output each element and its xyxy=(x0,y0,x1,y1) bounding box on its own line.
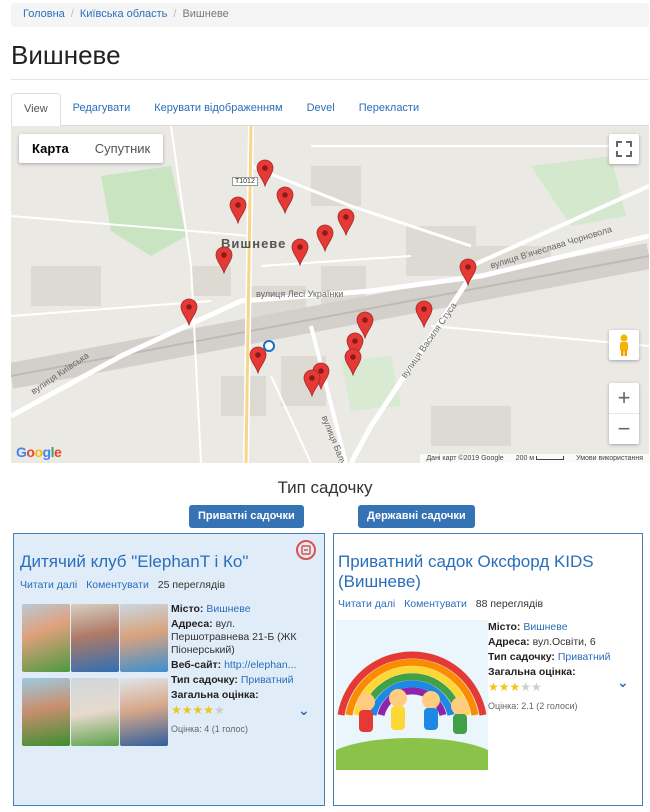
expand-chevron-icon[interactable]: ⌄ xyxy=(298,702,310,719)
breadcrumb-separator: / xyxy=(70,8,74,20)
website-link[interactable]: http://elephan... xyxy=(224,659,296,671)
map-type-control: Карта Супутник xyxy=(19,134,164,163)
rating-label: Загальна оцінка: xyxy=(488,666,576,678)
rating-text: Оцінка: 4 (1 голос) xyxy=(171,724,249,734)
google-logo: Google xyxy=(16,444,62,460)
map-type-satellite-button[interactable]: Супутник xyxy=(82,134,164,163)
fullscreen-icon xyxy=(616,141,632,157)
map-data-credit[interactable]: Дані карт ©2019 Google xyxy=(426,455,503,462)
tab-manage-display[interactable]: Керувати відображенням xyxy=(142,93,294,126)
zoom-in-button[interactable]: + xyxy=(609,383,639,413)
map-marker-pin[interactable] xyxy=(291,238,309,266)
map[interactable]: Т1012 Вишневе вулиця Лесі Українки вулиц… xyxy=(11,126,649,463)
city-link[interactable]: Вишневе xyxy=(206,603,250,615)
public-kindergartens-button[interactable]: Державні садочки xyxy=(358,505,475,528)
map-marker-pin[interactable] xyxy=(215,246,233,274)
map-terms-link[interactable]: Умови використання xyxy=(576,455,643,462)
street-label-lesi: вулиця Лесі Українки xyxy=(256,289,344,299)
gallery-photo-1[interactable] xyxy=(22,604,70,672)
rating-stars[interactable]: ★★★★★ xyxy=(488,681,638,694)
title-divider xyxy=(11,79,649,80)
view-count: 25 переглядів xyxy=(157,579,226,591)
card-meta: Читати далі Коментувати 88 переглядів xyxy=(338,598,543,610)
read-more-link[interactable]: Читати далі xyxy=(20,579,77,591)
website-label: Веб-сайт: xyxy=(171,659,222,671)
card-info: Місто: Вишневе Адреса: вул.Освіти, 6 Тип… xyxy=(488,621,638,715)
map-scale: 200 м xyxy=(516,455,565,462)
section-title: Тип садочку xyxy=(277,478,373,497)
map-marker-pin[interactable] xyxy=(459,258,477,286)
street-view-button[interactable] xyxy=(609,330,639,360)
kindergarten-card: Дитячий клуб "ElephanT і Ко" Читати далі… xyxy=(13,533,325,806)
city-link[interactable]: Вишневе xyxy=(523,621,567,633)
tab-view[interactable]: View xyxy=(11,93,61,127)
rating-stars[interactable]: ★★★★★ xyxy=(171,704,316,717)
read-more-link[interactable]: Читати далі xyxy=(338,598,395,610)
type-link[interactable]: Приватний xyxy=(558,651,611,663)
view-count: 88 переглядів xyxy=(475,598,544,610)
breadcrumb-current: Вишневе xyxy=(182,8,229,20)
gallery-photo-6[interactable] xyxy=(120,678,168,746)
breadcrumb-separator: / xyxy=(173,8,177,20)
map-marker-pin[interactable] xyxy=(256,159,274,187)
map-marker-pin[interactable] xyxy=(344,348,362,376)
pegman-icon xyxy=(620,334,628,356)
map-marker-pin[interactable] xyxy=(180,298,198,326)
page-title: Вишневе xyxy=(11,40,121,70)
rating-label: Загальна оцінка: xyxy=(171,689,259,701)
address-label: Адреса: xyxy=(488,636,530,648)
zoom-out-button[interactable]: − xyxy=(609,413,639,443)
zoom-control: + − xyxy=(609,383,639,444)
address-value-line1: вул. xyxy=(215,618,236,630)
gallery-photo-3[interactable] xyxy=(120,604,168,672)
type-link[interactable]: Приватний xyxy=(241,674,294,686)
address-value: вул.Освіти, 6 xyxy=(532,636,596,648)
type-label: Тип садочку: xyxy=(488,651,555,663)
rating-text: Оцінка: 2.1 (2 голоси) xyxy=(488,701,578,711)
kindergarten-photo[interactable] xyxy=(336,620,488,770)
map-type-map-button[interactable]: Карта xyxy=(19,134,82,163)
breadcrumb: Головна / Київська область / Вишневе xyxy=(11,3,649,27)
breadcrumb-home[interactable]: Головна xyxy=(23,8,65,20)
kindergarten-card: Приватний садок Оксфорд KIDS (Вишневе) Ч… xyxy=(333,533,643,806)
card-meta: Читати далі Коментувати 25 переглядів xyxy=(20,579,225,591)
city-label: Місто: xyxy=(171,603,204,615)
favorite-badge-icon[interactable] xyxy=(296,540,316,560)
tab-bar: View Редагувати Керувати відображенням D… xyxy=(11,93,649,127)
card-title-link[interactable]: Приватний садок Оксфорд KIDS (Вишневе) xyxy=(338,552,628,592)
gallery-photo-4[interactable] xyxy=(22,678,70,746)
fullscreen-button[interactable] xyxy=(609,134,639,164)
road-badge: Т1012 xyxy=(232,177,258,186)
map-marker-pin[interactable] xyxy=(229,196,247,224)
gallery-photo-5[interactable] xyxy=(71,678,119,746)
breadcrumb-region[interactable]: Київська область xyxy=(80,8,168,20)
tab-edit[interactable]: Редагувати xyxy=(61,93,143,126)
tab-translate[interactable]: Перекласти xyxy=(347,93,431,126)
address-label: Адреса: xyxy=(171,618,213,630)
private-kindergartens-button[interactable]: Приватні садочки xyxy=(189,505,304,528)
comment-link[interactable]: Коментувати xyxy=(86,579,149,591)
map-marker-pin[interactable] xyxy=(415,300,433,328)
map-marker-pin[interactable] xyxy=(303,369,321,397)
gallery-photo-2[interactable] xyxy=(71,604,119,672)
map-attribution: Дані карт ©2019 Google 200 м Умови викор… xyxy=(420,454,649,463)
tab-devel[interactable]: Devel xyxy=(295,93,347,126)
address-value-line2: Першотравнева 21-Б (ЖК Піонерський) xyxy=(171,631,297,656)
city-label: Місто: xyxy=(488,621,521,633)
map-marker-pin[interactable] xyxy=(337,208,355,236)
card-title-link[interactable]: Дитячий клуб "ElephanT і Ко" xyxy=(20,552,290,572)
map-marker-pin[interactable] xyxy=(249,346,267,374)
map-marker-pin[interactable] xyxy=(316,224,334,252)
map-marker-pin[interactable] xyxy=(276,186,294,214)
expand-chevron-icon[interactable]: ⌄ xyxy=(617,674,629,691)
comment-link[interactable]: Коментувати xyxy=(404,598,467,610)
card-info: Місто: Вишневе Адреса: вул. Першотравнева… xyxy=(171,603,316,738)
type-label: Тип садочку: xyxy=(171,674,238,686)
